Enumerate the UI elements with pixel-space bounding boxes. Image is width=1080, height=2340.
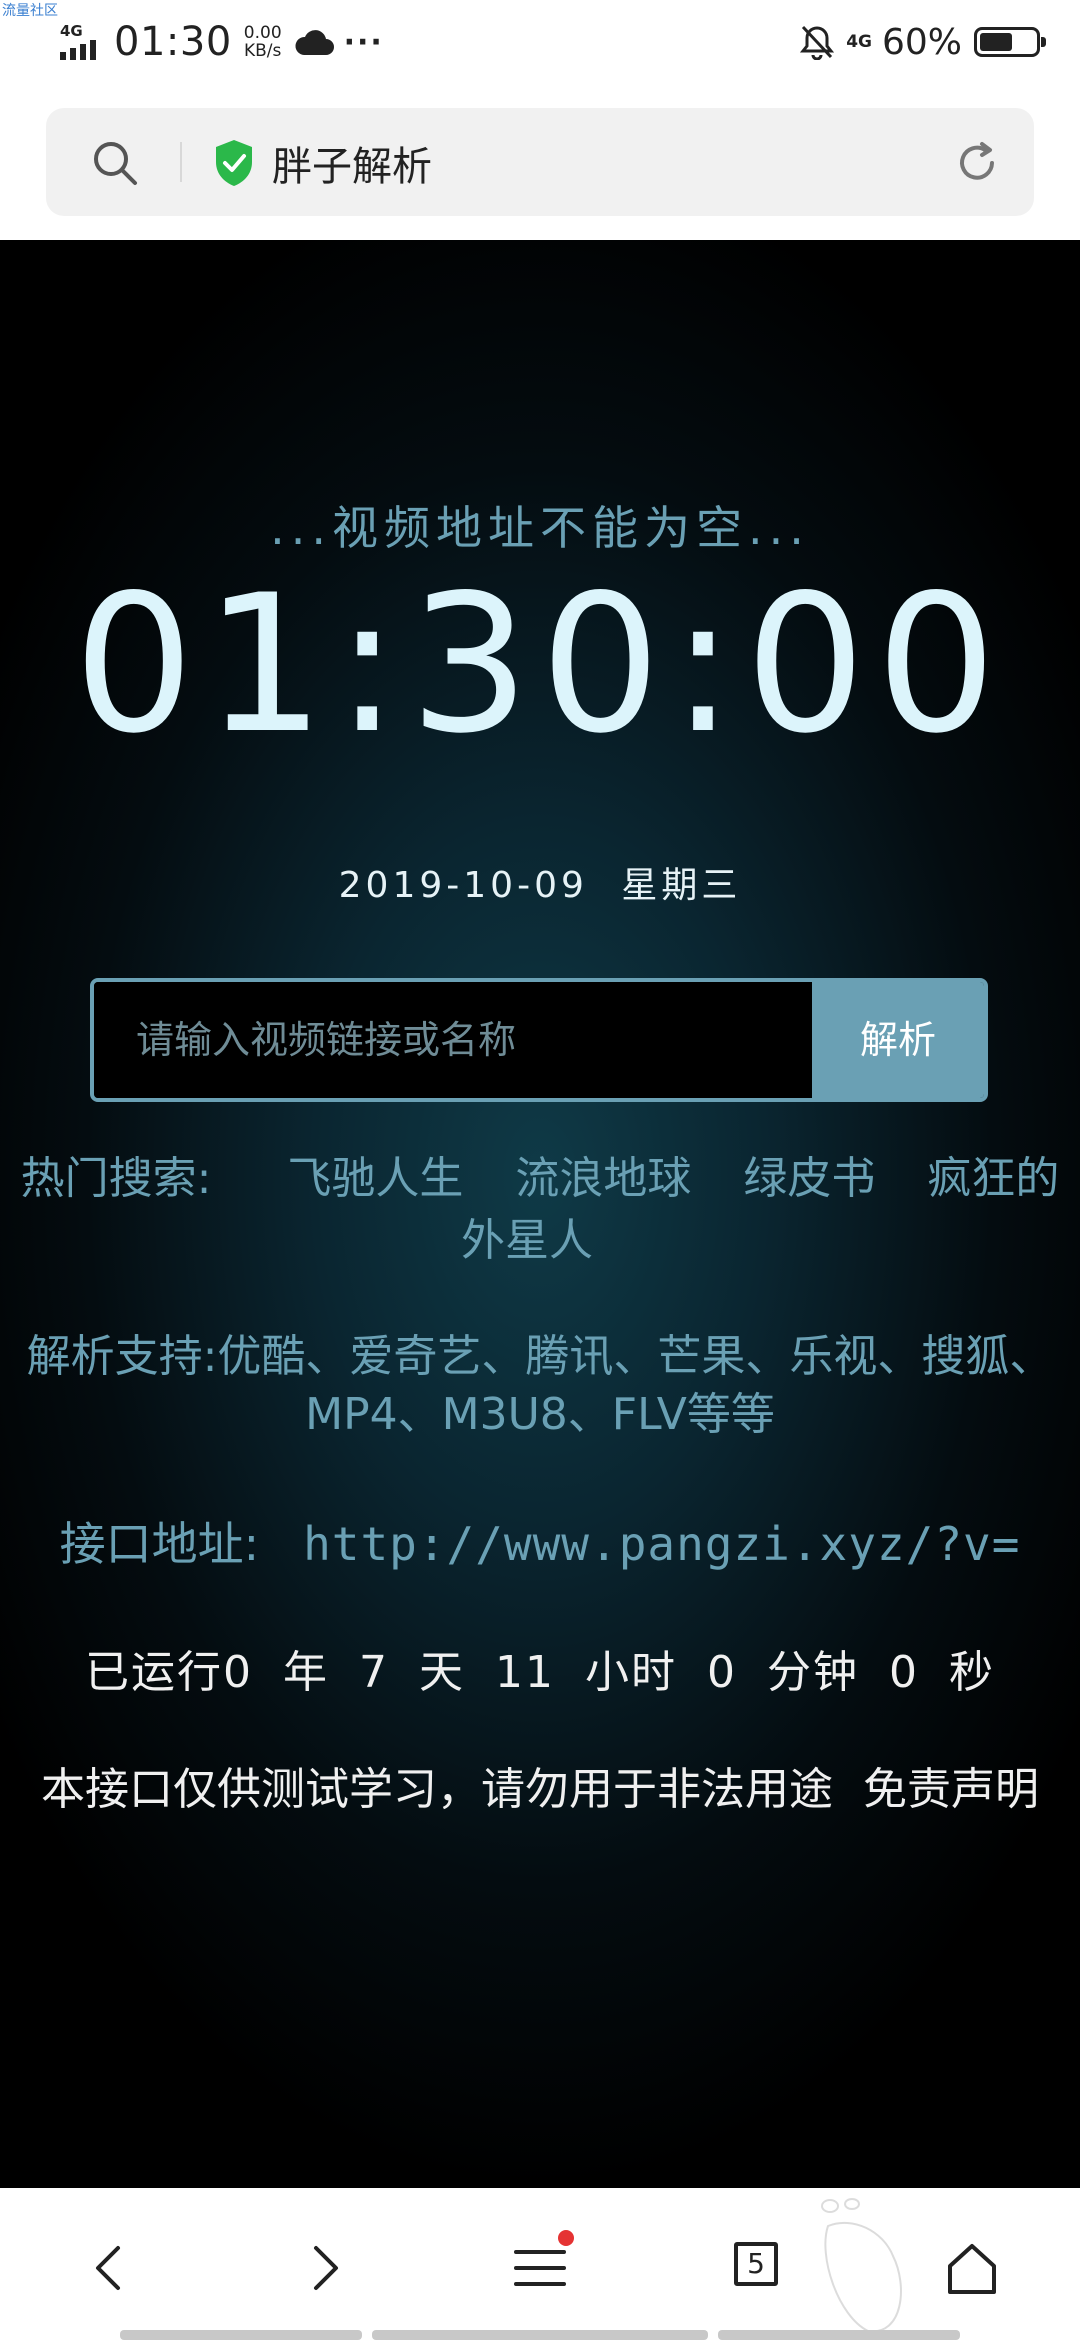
disclaimer: 本接口仅供测试学习，请勿用于非法用途 免责声明 xyxy=(0,1758,1080,1822)
search-icon[interactable] xyxy=(90,138,140,188)
disclaimer-text: 本接口仅供测试学习，请勿用于非法用途 xyxy=(41,1764,833,1815)
page-title[interactable]: 胖子解析 xyxy=(272,134,432,192)
cloud-icon xyxy=(295,30,334,55)
uptime-years-unit: 年 xyxy=(283,1647,329,1698)
api-url: http://www.pangzi.xyz/?v= xyxy=(303,1517,1021,1571)
watermark-text: 流量社区 xyxy=(2,3,58,19)
uptime: 已运行0 年 7 天 11 小时 0 分钟 0 秒 xyxy=(0,1636,1080,1700)
hot-search-label: 热门搜索: xyxy=(20,1153,212,1204)
address-bar-container: 胖子解析 xyxy=(0,84,1080,240)
address-bar[interactable]: 胖子解析 xyxy=(46,108,1034,216)
clock: 01:30:00 xyxy=(73,554,1007,775)
uptime-days-unit: 天 xyxy=(419,1647,465,1698)
battery-icon xyxy=(974,27,1046,57)
home-icon[interactable] xyxy=(942,2238,1002,2298)
support-list: 优酷、爱奇艺、腾讯、芒果、乐视、搜狐、MP4、M3U8、FLV等等 xyxy=(217,1331,1054,1440)
date-line: 2019-10-09 星期三 xyxy=(0,856,1080,908)
tab-count: 5 xyxy=(734,2242,778,2286)
chevron-right-icon[interactable] xyxy=(294,2238,354,2298)
chevron-left-icon[interactable] xyxy=(80,2238,140,2298)
status-time: 01:30 xyxy=(114,19,232,65)
speed-value: 0.00 xyxy=(243,23,282,43)
network-speed: 0.00 KB/s xyxy=(244,24,282,60)
search-form: 解析 xyxy=(90,978,988,1102)
speed-unit: KB/s xyxy=(244,41,282,61)
disclaimer-link[interactable]: 免责声明 xyxy=(863,1764,1039,1815)
refresh-icon[interactable] xyxy=(952,138,1002,188)
menu-icon xyxy=(514,2250,566,2286)
uptime-days: 7 xyxy=(359,1647,389,1698)
menu-badge xyxy=(558,2230,574,2246)
uptime-hours: 11 xyxy=(495,1647,555,1698)
uptime-prefix: 已运行 xyxy=(85,1647,223,1698)
uptime-years: 0 xyxy=(223,1647,253,1698)
footprint-watermark-icon xyxy=(821,2198,902,2333)
bottom-nav: 5 xyxy=(0,2188,1080,2340)
uptime-seconds-unit: 秒 xyxy=(949,1647,995,1698)
mute-bell-icon xyxy=(800,25,835,60)
support-label: 解析支持: xyxy=(26,1331,218,1382)
more-notifications-icon: ··· xyxy=(343,24,384,60)
battery-percent: 60% xyxy=(881,21,962,63)
network-type-left: 4G xyxy=(60,22,83,40)
status-bar: 流量社区 4G 01:30 0.00 KB/s ··· 4G 60% xyxy=(0,0,1080,84)
battery-fill xyxy=(980,33,1013,51)
gesture-bar-left xyxy=(120,2330,362,2340)
uptime-hours-unit: 小时 xyxy=(585,1647,677,1698)
gesture-bar-center xyxy=(372,2330,708,2340)
uptime-minutes: 0 xyxy=(707,1647,737,1698)
network-type-right: 4G xyxy=(846,32,872,52)
address-divider xyxy=(180,142,182,182)
main-content: ...视频地址不能为空... 01:30:00 2019-10-09 星期三 解… xyxy=(0,240,1080,2188)
api-info: 接口地址: http://www.pangzi.xyz/?v= xyxy=(0,1508,1080,1574)
parse-button[interactable]: 解析 xyxy=(812,982,984,1098)
signal-icon: 4G xyxy=(58,22,104,62)
shield-check-icon xyxy=(216,140,252,186)
hot-search-item[interactable]: 绿皮书 xyxy=(743,1153,875,1204)
uptime-seconds: 0 xyxy=(889,1647,919,1698)
hot-search: 热门搜索: 飞驰人生 流浪地球 绿皮书 疯狂的外星人 xyxy=(0,1148,1080,1272)
uptime-minutes-unit: 分钟 xyxy=(767,1647,859,1698)
weekday: 星期三 xyxy=(621,865,742,906)
hot-search-item[interactable]: 飞驰人生 xyxy=(287,1153,463,1204)
menu-button[interactable] xyxy=(510,2230,574,2298)
error-message: ...视频地址不能为空... xyxy=(270,501,810,555)
video-url-input[interactable] xyxy=(94,982,812,1098)
hot-search-item[interactable]: 流浪地球 xyxy=(515,1153,691,1204)
api-label: 接口地址: xyxy=(59,1517,260,1571)
date: 2019-10-09 xyxy=(338,865,588,906)
support-info: 解析支持:优酷、爱奇艺、腾讯、芒果、乐视、搜狐、MP4、M3U8、FLV等等 xyxy=(0,1328,1080,1444)
tabs-button[interactable]: 5 xyxy=(726,2238,786,2298)
gesture-bar-right xyxy=(718,2330,960,2340)
